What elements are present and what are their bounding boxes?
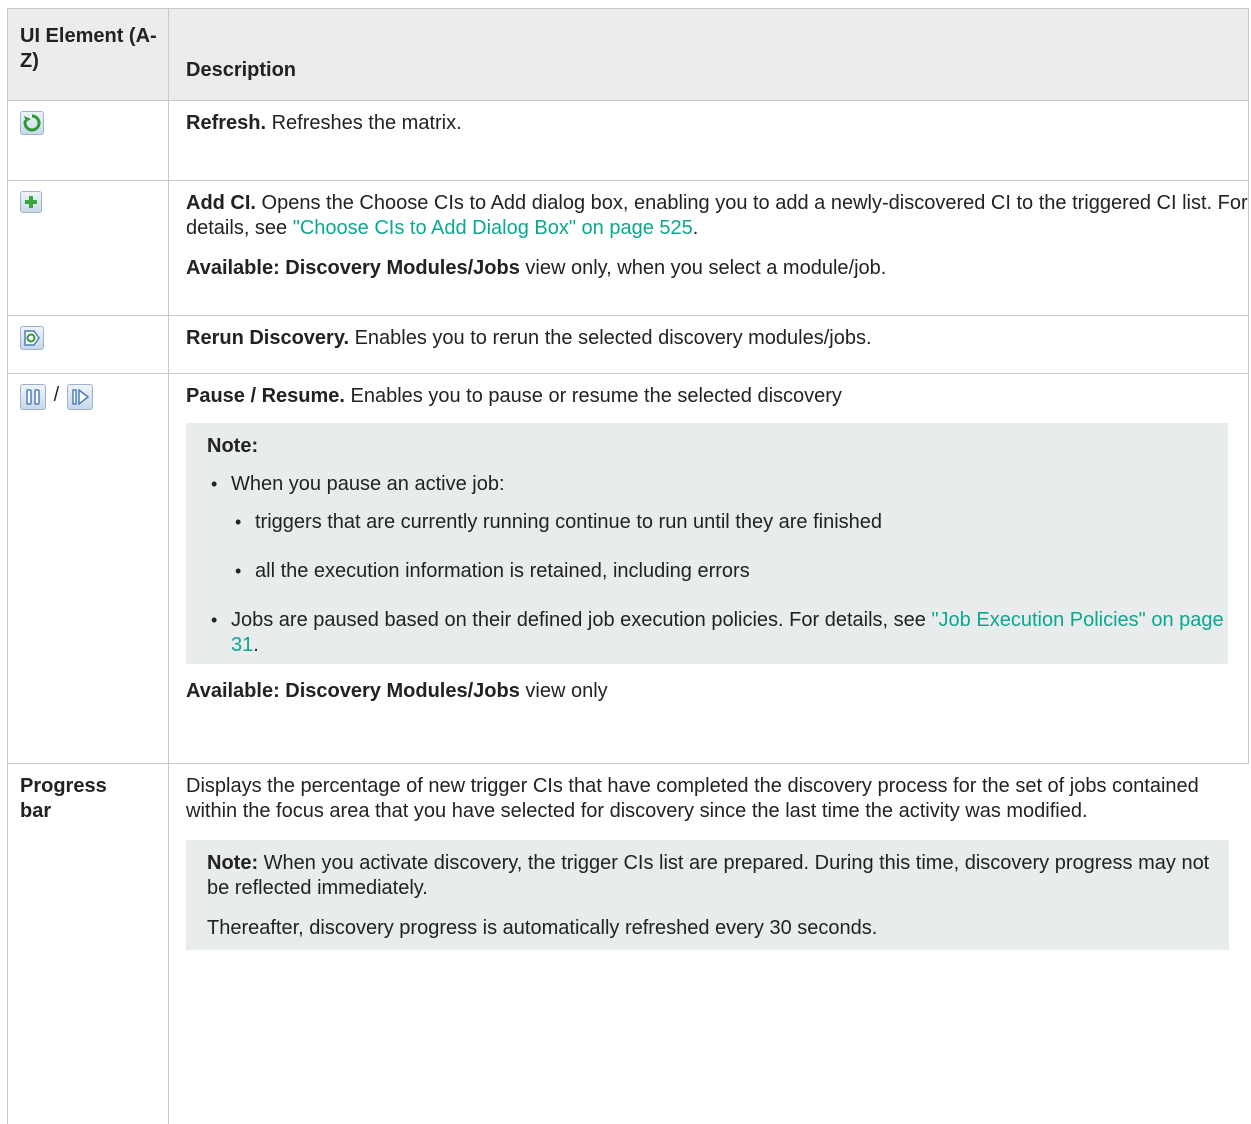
list-item: all the execution information is retaine… — [231, 559, 1228, 584]
list-item: triggers that are currently running cont… — [231, 510, 1228, 535]
pause-resume-title: Pause / Resume. — [186, 385, 345, 407]
table-row: Add CI. Opens the Choose CIs to Add dial… — [7, 181, 1249, 316]
description-cell: Displays the percentage of new trigger C… — [169, 764, 1249, 1124]
refresh-icon — [20, 111, 44, 135]
table-row: Refresh. Refreshes the matrix. — [7, 101, 1249, 181]
choose-cis-link[interactable]: "Choose CIs to Add Dialog Box" on page 5… — [293, 217, 693, 239]
element-cell — [7, 316, 169, 373]
list-item: When you pause an active job: triggers t… — [207, 472, 1228, 584]
description-cell: Rerun Discovery. Enables you to rerun th… — [169, 316, 1249, 373]
resume-icon — [66, 384, 93, 410]
refresh-title: Refresh. — [186, 112, 267, 134]
description-cell: Refresh. Refreshes the matrix. — [169, 101, 1249, 180]
table-row: / Pause / Resume. Enables you to pause o… — [7, 374, 1249, 764]
pause-icon — [20, 384, 46, 410]
progress-bar-label: Progress bar — [20, 775, 107, 822]
rerun-title: Rerun Discovery. — [186, 327, 350, 349]
header-ui-element: UI Element (A-Z) — [7, 9, 169, 100]
rerun-discovery-icon — [20, 326, 44, 350]
element-cell: Progress bar — [7, 764, 169, 1124]
element-cell — [7, 181, 169, 315]
note-box: Note: When you pause an active job: trig… — [186, 423, 1228, 664]
element-cell — [7, 101, 169, 180]
header-description: Description — [169, 9, 1249, 100]
ui-elements-table: UI Element (A-Z) Description Refresh. Re… — [7, 8, 1249, 1124]
table-row: Progress bar Displays the percentage of … — [7, 764, 1249, 1124]
description-cell: Add CI. Opens the Choose CIs to Add dial… — [169, 181, 1249, 315]
table-header: UI Element (A-Z) Description — [7, 8, 1249, 101]
add-ci-title: Add CI. — [186, 192, 256, 214]
list-item: Jobs are paused based on their defined j… — [207, 608, 1228, 658]
table-row: Rerun Discovery. Enables you to rerun th… — [7, 316, 1249, 374]
note-box: Note: When you activate discovery, the t… — [186, 840, 1229, 950]
description-cell: Pause / Resume. Enables you to pause or … — [169, 374, 1249, 763]
add-ci-icon — [20, 191, 42, 213]
separator: / — [53, 384, 60, 406]
element-cell: / — [7, 374, 169, 763]
